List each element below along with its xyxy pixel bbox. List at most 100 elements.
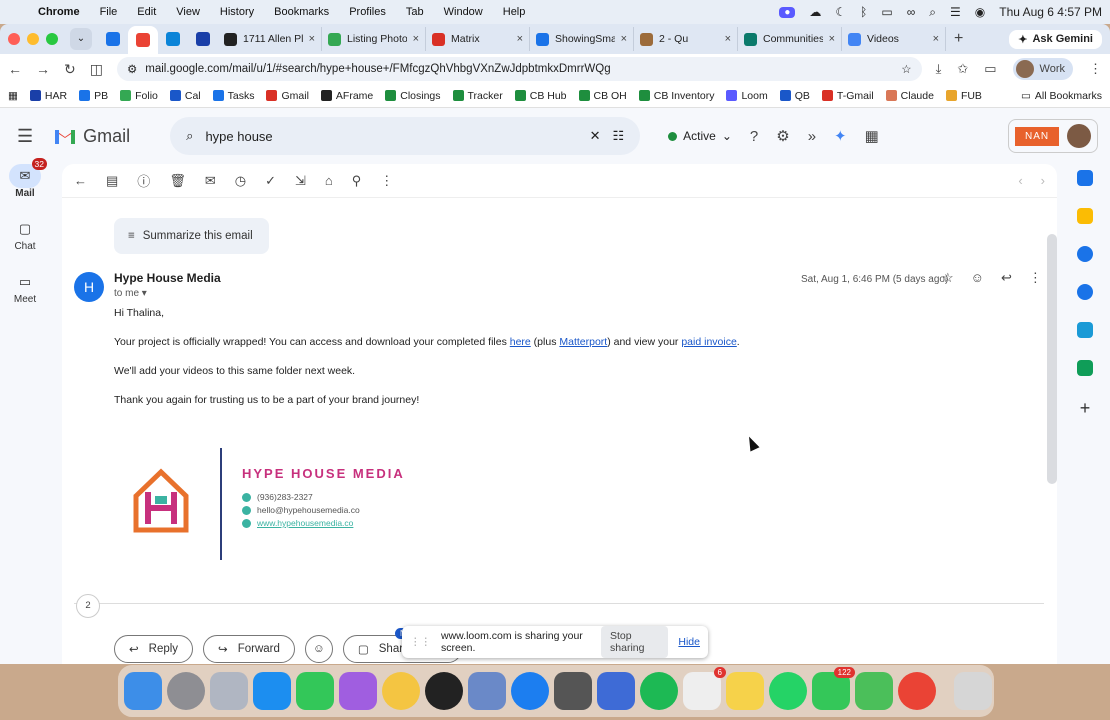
delete-trash-icon[interactable]: 🗑 xyxy=(169,173,186,189)
app-store-icon[interactable] xyxy=(253,672,291,710)
tab-item[interactable]: ShowingSmart × xyxy=(530,27,634,51)
mail-search-bar[interactable]: ⌕ hype house ✕ ☷ xyxy=(170,117,641,155)
help-icon[interactable]: ? xyxy=(750,128,758,145)
facetime-icon[interactable] xyxy=(296,672,334,710)
all-bookmarks-folder[interactable]: ▭ All Bookmarks xyxy=(1021,90,1102,102)
add-task-icon[interactable]: ✓ xyxy=(265,173,276,189)
pinned-tab-4[interactable] xyxy=(188,27,218,51)
more-options-icon[interactable]: ⋮ xyxy=(380,173,393,189)
pinned-tab-3[interactable] xyxy=(158,27,188,51)
tab-item[interactable]: Videos × xyxy=(842,27,946,51)
menu-chrome[interactable]: Chrome xyxy=(38,6,80,18)
bookmark-item[interactable]: T-Gmail xyxy=(821,90,874,102)
preview-icon[interactable] xyxy=(468,672,506,710)
reply-button[interactable]: ↩ Reply xyxy=(114,635,194,663)
stop-sharing-button[interactable]: Stop sharing xyxy=(601,626,669,658)
keep-icon[interactable] xyxy=(1077,208,1093,224)
finder-icon[interactable] xyxy=(124,672,162,710)
pinned-tab-1[interactable] xyxy=(98,27,128,51)
close-tab-icon[interactable]: × xyxy=(933,33,939,45)
search-options-icon[interactable]: ☷ xyxy=(613,128,625,144)
recipient-details[interactable]: to me ▾ xyxy=(114,288,147,299)
bookmark-star-icon[interactable]: ☆ xyxy=(901,62,911,76)
more-vertical-icon[interactable]: ⋮ xyxy=(1029,270,1042,286)
bookmark-item[interactable]: Closings xyxy=(385,90,441,102)
profile-chip[interactable]: Work xyxy=(1012,58,1073,80)
gemini-star-icon[interactable]: ✦ xyxy=(834,127,847,145)
more-vertical-icon[interactable]: ⋮ xyxy=(1089,61,1102,77)
loom-icon[interactable] xyxy=(597,672,635,710)
rail-item-meet[interactable]: ▭ Meet xyxy=(0,270,50,305)
zoom-window-button[interactable] xyxy=(46,33,58,45)
menu-help[interactable]: Help xyxy=(503,6,526,18)
settings-gear-icon[interactable]: ⚙ xyxy=(776,127,789,145)
sender-name[interactable]: Hype House Media xyxy=(114,271,221,285)
forward-button[interactable]: ↪ Forward xyxy=(203,635,295,663)
clock-icon[interactable] xyxy=(425,672,463,710)
menu-view[interactable]: View xyxy=(176,6,200,18)
rail-item-chat[interactable]: ▢ Chat xyxy=(0,217,50,252)
search-sparkle-icon[interactable]: ⌕ xyxy=(186,128,193,144)
spotlight-search-icon[interactable]: ⌕ xyxy=(929,5,936,20)
apps-grid-icon[interactable]: ▦ xyxy=(8,90,18,102)
bookmark-item[interactable]: Tracker xyxy=(452,90,503,102)
reply-arrow-icon[interactable]: ↩ xyxy=(1001,270,1012,286)
apple-icon[interactable] xyxy=(8,5,20,19)
google-apps-icon[interactable]: ▦ xyxy=(865,127,879,145)
tab-item[interactable]: 1711 Allen Pl × xyxy=(218,27,322,51)
bookmark-item[interactable]: Gmail xyxy=(266,90,309,102)
address-bar[interactable]: ⚙ mail.google.com/mail/u/1/#search/hype+… xyxy=(116,57,922,81)
spotify-icon[interactable] xyxy=(640,672,678,710)
menu-profiles[interactable]: Profiles xyxy=(349,6,386,18)
tab-item[interactable]: Matrix × xyxy=(426,27,530,51)
star-icon[interactable]: ☆ xyxy=(942,270,954,286)
bookmark-item[interactable]: CB OH xyxy=(578,90,627,102)
bookmark-item[interactable]: QB xyxy=(779,90,810,102)
main-menu-hamburger-icon[interactable]: ☰ xyxy=(17,126,33,147)
bookmark-item[interactable]: AFrame xyxy=(320,90,373,102)
addon-sheet-icon[interactable] xyxy=(1077,360,1093,376)
back-to-list-icon[interactable]: ← xyxy=(74,173,87,188)
menu-history[interactable]: History xyxy=(220,6,254,18)
reload-icon[interactable]: ↻ xyxy=(64,61,76,78)
summarize-button[interactable]: ≡ Summarize this email xyxy=(114,218,269,254)
calendar-icon[interactable] xyxy=(1077,170,1093,186)
emoji-button[interactable]: ☺ xyxy=(304,635,333,663)
get-addons-plus-icon[interactable]: + xyxy=(1080,398,1091,419)
thread-count[interactable]: 2 xyxy=(76,594,100,618)
tasks-icon[interactable] xyxy=(1077,246,1093,262)
cast-icon[interactable]: ▭ xyxy=(984,61,996,77)
control-center-icon[interactable]: ☰ xyxy=(950,5,961,19)
gemini-chevron-icon[interactable]: » xyxy=(808,128,816,145)
trash-icon[interactable] xyxy=(954,672,992,710)
back-arrow-icon[interactable]: ← xyxy=(8,61,22,77)
close-tab-icon[interactable]: × xyxy=(829,33,835,45)
addon-chat-icon[interactable] xyxy=(1077,322,1093,338)
move-to-icon[interactable]: ⇲ xyxy=(295,173,306,189)
extensions-star-icon[interactable]: ✩ xyxy=(957,61,968,77)
bookmark-item[interactable]: Claude xyxy=(885,90,934,102)
mark-unread-icon[interactable]: ✉ xyxy=(205,173,216,189)
messages-icon[interactable]: 122 xyxy=(812,667,855,710)
snooze-clock-icon[interactable]: ◷ xyxy=(235,173,246,189)
menu-tab[interactable]: Tab xyxy=(406,6,424,18)
sidebar-toggle-icon[interactable]: ◫ xyxy=(90,61,103,78)
quicktime-icon[interactable] xyxy=(511,672,549,710)
notes-icon[interactable] xyxy=(726,672,764,710)
launchpad-icon[interactable] xyxy=(210,672,248,710)
reminders-icon[interactable]: 6 xyxy=(683,667,726,710)
sender-avatar[interactable]: H xyxy=(74,272,104,302)
files-link[interactable]: here xyxy=(510,336,531,348)
close-window-button[interactable] xyxy=(8,33,20,45)
pinned-tab-gmail[interactable] xyxy=(128,26,158,54)
invoice-link[interactable]: paid invoice xyxy=(681,336,736,348)
contacts-icon[interactable] xyxy=(1077,284,1093,300)
menu-bookmarks[interactable]: Bookmarks xyxy=(274,6,329,18)
tab-item[interactable]: Listing Photo × xyxy=(322,27,426,51)
chrome-icon[interactable] xyxy=(898,672,936,710)
drag-handle-icon[interactable]: ⋮⋮ xyxy=(410,636,431,648)
close-tab-icon[interactable]: × xyxy=(413,33,419,45)
tab-search-chevron-icon[interactable]: ⌄ xyxy=(70,28,92,50)
battery-icon[interactable]: ▭ xyxy=(881,5,892,19)
url-text[interactable]: mail.google.com/mail/u/1/#search/hype+ho… xyxy=(145,63,893,75)
